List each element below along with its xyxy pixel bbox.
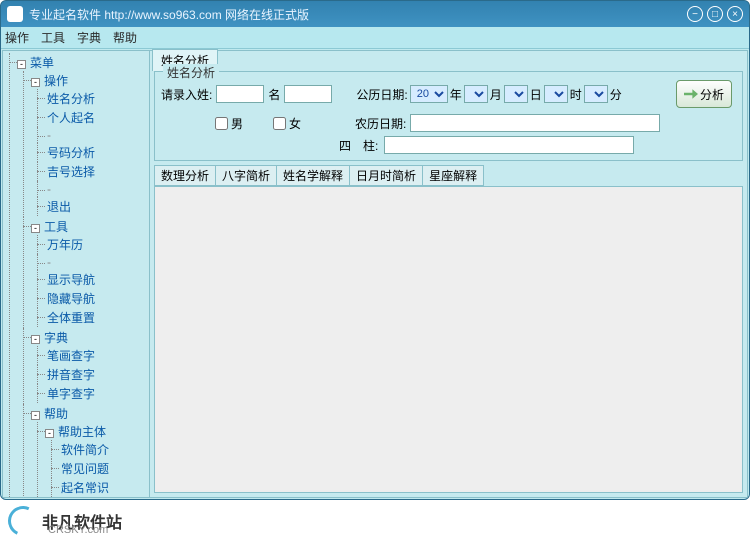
tree-dict-item-0[interactable]: 笔画查字	[47, 349, 95, 363]
male-checkbox[interactable]: 男	[215, 115, 243, 132]
minute-select[interactable]: 17	[584, 85, 608, 103]
app-window: 专业起名软件 http://www.so963.com 网络在线正式版 − □ …	[0, 0, 750, 500]
tree-separator: -	[61, 497, 147, 498]
subtab-3[interactable]: 日月时简析	[349, 165, 423, 186]
analyze-label: 分析	[700, 86, 724, 103]
main-panel: 姓名分析 姓名分析 请录入姓: 名 公历日期: 2012 年 3 月 23	[150, 50, 748, 498]
maximize-button[interactable]: □	[707, 6, 723, 22]
sizhu-input[interactable]	[384, 136, 634, 154]
tree-separator: -	[47, 127, 147, 143]
subtab-4[interactable]: 星座解释	[422, 165, 484, 186]
form-row-3: 四 柱:	[161, 136, 736, 154]
day-select[interactable]: 23	[504, 85, 528, 103]
tree-tools[interactable]: 工具	[44, 220, 68, 234]
app-icon	[7, 6, 23, 22]
day-unit: 日	[530, 86, 542, 103]
form-legend: 姓名分析	[163, 64, 219, 81]
body-area: -菜单 -操作 姓名分析个人起名-号码分析吉号选择-退出 -工具 万年历-显示导…	[1, 49, 749, 499]
hour-select[interactable]: 10	[544, 85, 568, 103]
window-controls: − □ ×	[687, 6, 743, 22]
menu-tools[interactable]: 工具	[41, 29, 65, 46]
lunar-input[interactable]	[410, 114, 660, 132]
expand-icon[interactable]: -	[31, 411, 40, 420]
minimize-button[interactable]: −	[687, 6, 703, 22]
menu-help[interactable]: 帮助	[113, 29, 137, 46]
tree-tools-item-3[interactable]: 隐藏导航	[47, 292, 95, 306]
watermark-domain: CRSKY.com	[48, 524, 108, 536]
menu-dict[interactable]: 字典	[77, 29, 101, 46]
tree-help-item-2[interactable]: 起名常识	[61, 481, 109, 495]
solar-date-row: 公历日期: 2012 年 3 月 23 日 10 时 17 分	[356, 85, 621, 103]
tree-help-item-0[interactable]: 软件简介	[61, 443, 109, 457]
gongli-label: 公历日期:	[356, 86, 407, 103]
hour-unit: 时	[570, 86, 582, 103]
tree-separator: -	[47, 181, 147, 197]
tree-ops[interactable]: 操作	[44, 74, 68, 88]
tree-ops-item-4[interactable]: 吉号选择	[47, 165, 95, 179]
female-checkbox[interactable]: 女	[273, 115, 301, 132]
menu-ops[interactable]: 操作	[5, 29, 29, 46]
form-row-2: 男 女 农历日期:	[161, 114, 736, 132]
month-select[interactable]: 3	[464, 85, 488, 103]
subtab-1[interactable]: 八字简析	[215, 165, 277, 186]
expand-icon[interactable]: -	[31, 224, 40, 233]
given-input[interactable]	[284, 85, 332, 103]
expand-icon[interactable]: -	[31, 78, 40, 87]
tree-tools-item-2[interactable]: 显示导航	[47, 273, 95, 287]
expand-icon[interactable]: -	[17, 60, 26, 69]
tree-dict-item-2[interactable]: 单字查字	[47, 387, 95, 401]
tree-help[interactable]: 帮助	[44, 407, 68, 421]
watermark: 非凡软件站 CRSKY.com	[8, 506, 122, 536]
tree-separator: -	[47, 254, 147, 270]
titlebar: 专业起名软件 http://www.so963.com 网络在线正式版 − □ …	[1, 1, 749, 27]
main-tabs: 姓名分析	[150, 51, 747, 71]
tree-ops-item-3[interactable]: 号码分析	[47, 146, 95, 160]
tree-dict-item-1[interactable]: 拼音查字	[47, 368, 95, 382]
watermark-logo-icon	[4, 502, 42, 540]
expand-icon[interactable]: -	[31, 335, 40, 344]
sizhu-label: 四 柱:	[339, 137, 378, 154]
month-unit: 月	[490, 86, 502, 103]
nongli-label: 农历日期:	[355, 115, 406, 132]
tree-help-item-1[interactable]: 常见问题	[61, 462, 109, 476]
close-button[interactable]: ×	[727, 6, 743, 22]
sidebar: -菜单 -操作 姓名分析个人起名-号码分析吉号选择-退出 -工具 万年历-显示导…	[2, 50, 150, 498]
tree-ops-item-6[interactable]: 退出	[47, 200, 71, 214]
tree-help-main[interactable]: 帮助主体	[58, 425, 106, 439]
sub-tabs: 数理分析八字简析姓名学解释日月时简析星座解释	[150, 165, 747, 186]
given-label: 名	[268, 86, 280, 103]
tree-ops-item-0[interactable]: 姓名分析	[47, 92, 95, 106]
year-select[interactable]: 2012	[410, 85, 448, 103]
subtab-2[interactable]: 姓名学解释	[276, 165, 350, 186]
expand-icon[interactable]: -	[45, 429, 54, 438]
tree-tools-item-4[interactable]: 全体重置	[47, 311, 95, 325]
tree-dict[interactable]: 字典	[44, 331, 68, 345]
lunar-row: 农历日期:	[355, 114, 660, 132]
tree-tools-item-0[interactable]: 万年历	[47, 238, 83, 252]
tree-ops-item-1[interactable]: 个人起名	[47, 111, 95, 125]
surname-label: 请录入姓:	[161, 86, 212, 103]
content-pane	[154, 186, 743, 493]
tree-root[interactable]: 菜单	[30, 56, 54, 70]
nav-tree: -菜单 -操作 姓名分析个人起名-号码分析吉号选择-退出 -工具 万年历-显示导…	[5, 53, 147, 498]
window-title: 专业起名软件 http://www.so963.com 网络在线正式版	[29, 6, 687, 23]
minute-unit: 分	[610, 86, 622, 103]
menubar: 操作 工具 字典 帮助	[1, 27, 749, 49]
subtab-0[interactable]: 数理分析	[154, 165, 216, 186]
analyze-button[interactable]: 分析	[676, 80, 732, 108]
surname-input[interactable]	[216, 85, 264, 103]
year-unit: 年	[450, 86, 462, 103]
form-row-1: 请录入姓: 名 公历日期: 2012 年 3 月 23 日 10 时 1	[161, 80, 736, 108]
form-panel: 姓名分析 请录入姓: 名 公历日期: 2012 年 3 月 23 日 10	[154, 71, 743, 161]
arrow-icon	[684, 88, 698, 100]
